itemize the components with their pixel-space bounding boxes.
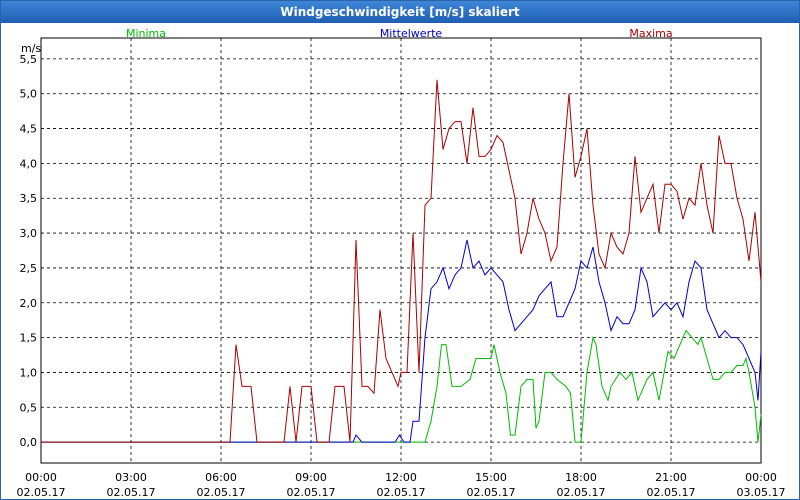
- x-tick-date: 02.05.17: [107, 486, 156, 499]
- y-tick-label: 2,0: [20, 297, 38, 310]
- legend-minima: Minima: [126, 27, 166, 40]
- x-tick-time: 12:00: [385, 471, 417, 484]
- x-tick-time: 15:00: [475, 471, 507, 484]
- x-tick-time: 03:00: [115, 471, 147, 484]
- y-tick-label: 1,5: [20, 332, 38, 345]
- legend-mittelwerte: Mittelwerte: [380, 27, 443, 40]
- y-tick-label: 2,5: [20, 262, 38, 275]
- y-tick-label: 4,5: [20, 123, 38, 136]
- x-tick-time: 09:00: [295, 471, 327, 484]
- x-tick-time: 00:00: [25, 471, 57, 484]
- x-tick-date: 02.05.17: [287, 486, 336, 499]
- x-tick-time: 18:00: [565, 471, 597, 484]
- y-tick-label: 0,5: [20, 401, 38, 414]
- x-tick-date: 02.05.17: [377, 486, 426, 499]
- x-tick-time: 06:00: [205, 471, 237, 484]
- x-tick-date: 02.05.17: [467, 486, 516, 499]
- x-tick-date: 02.05.17: [557, 486, 606, 499]
- x-tick-time: 21:00: [655, 471, 687, 484]
- x-tick-date: 03.05.17: [737, 486, 786, 499]
- y-tick-label: 5,0: [20, 88, 38, 101]
- x-tick-date: 02.05.17: [197, 486, 246, 499]
- y-tick-label: 3,0: [20, 227, 38, 240]
- x-tick-time: 00:00: [745, 471, 777, 484]
- grid: [41, 38, 761, 463]
- x-tick-date: 02.05.17: [647, 486, 696, 499]
- y-tick-label: 1,0: [20, 366, 38, 379]
- y-tick-label: 3,5: [20, 192, 38, 205]
- x-tick-date: 02.05.17: [17, 486, 66, 499]
- y-axis-labels: 0,00,51,01,52,02,53,03,54,04,55,05,5: [20, 53, 38, 449]
- window-title: Windgeschwindigkeit [m/s] skaliert: [1, 1, 799, 23]
- y-axis-unit-label: m/s: [21, 42, 41, 55]
- chart-window: Windgeschwindigkeit [m/s] skaliert 0,0 0,…: [0, 0, 800, 500]
- wind-speed-chart: 0,00,51,01,52,02,53,03,54,04,55,05,5 00:…: [17, 27, 786, 499]
- legend-maxima: Maxima: [629, 27, 672, 40]
- y-tick-label: 4,0: [20, 157, 38, 170]
- x-axis-labels: 00:00 02.05.17 03:00 02.05.17 06:00 02.05.17 0…: [17, 471, 786, 499]
- y-tick-label: 0,0: [20, 436, 38, 449]
